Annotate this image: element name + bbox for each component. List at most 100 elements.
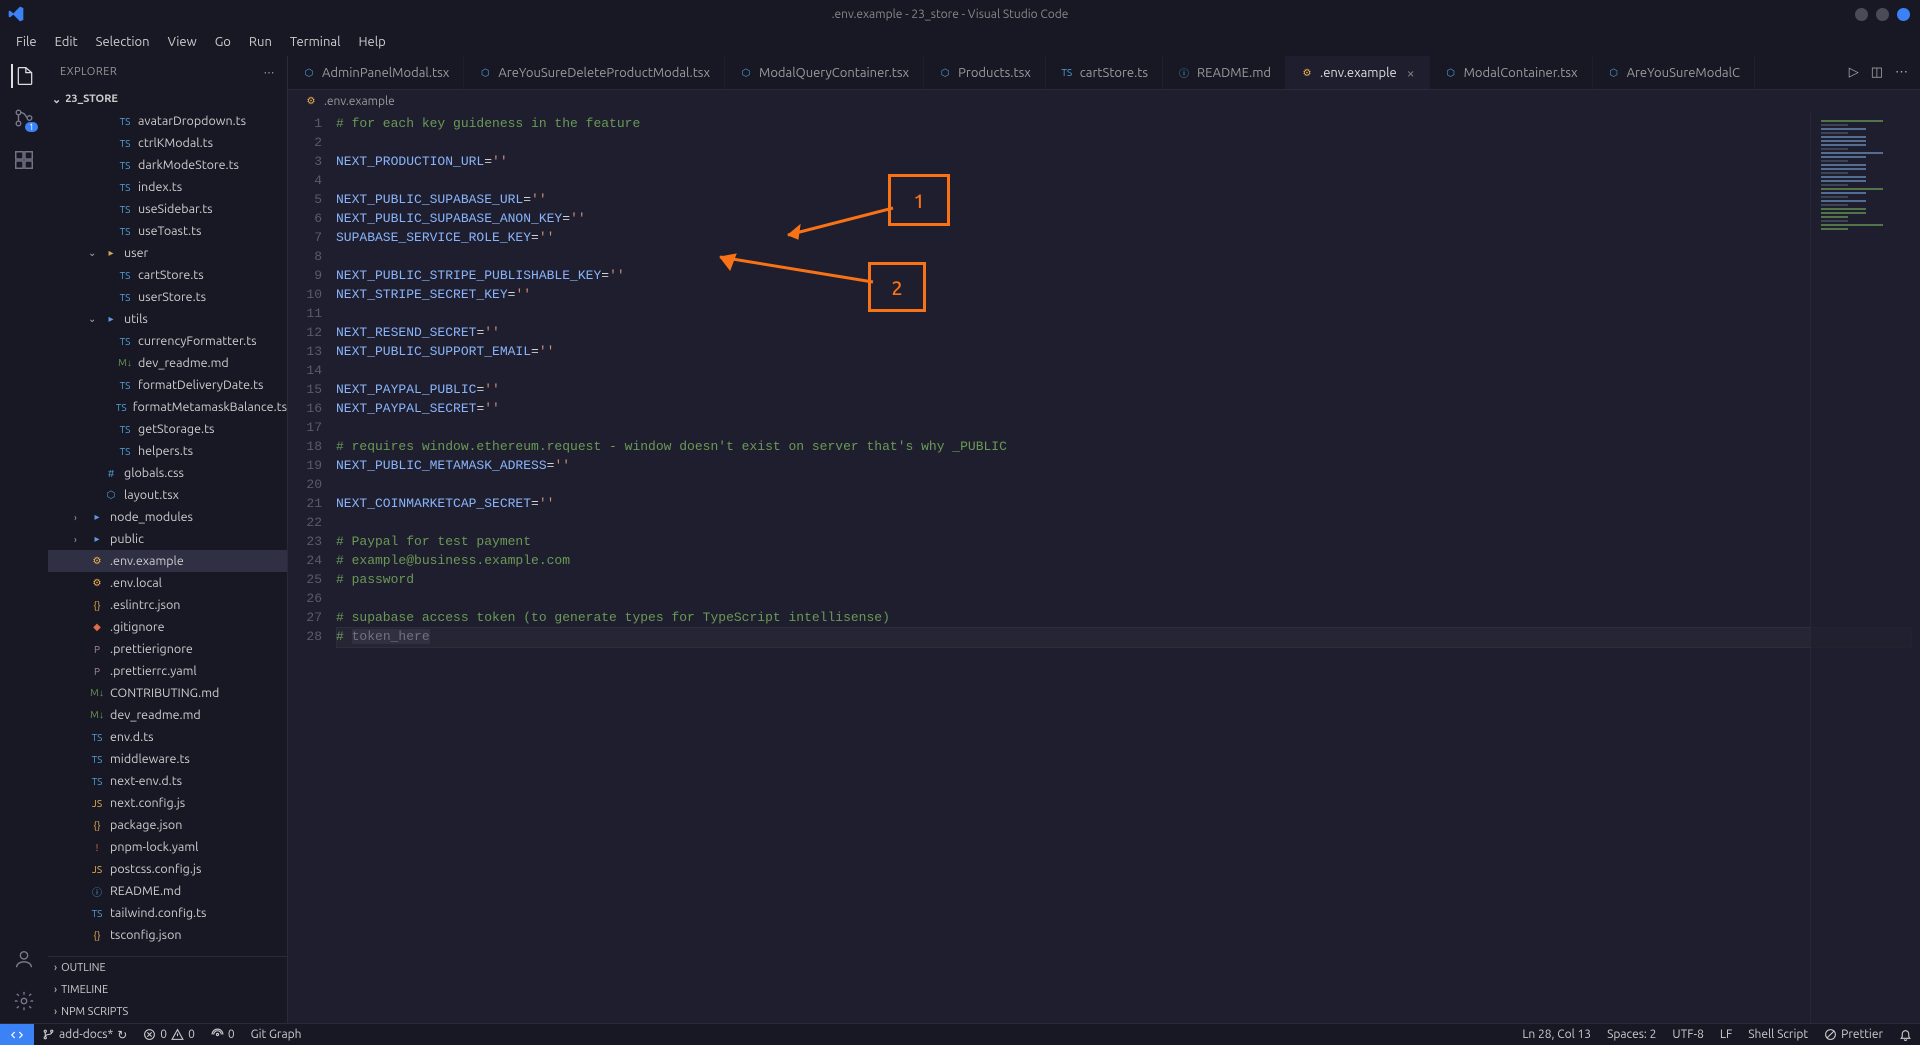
run-icon[interactable]: ▷ <box>1849 65 1859 80</box>
tree-label: .prettierignore <box>110 642 193 656</box>
file-item[interactable]: TSindex.ts <box>48 176 287 198</box>
scm-icon[interactable]: 1 <box>12 106 36 130</box>
menu-help[interactable]: Help <box>350 31 393 53</box>
code-line: NEXT_PUBLIC_SUPABASE_ANON_KEY='' <box>336 209 1920 228</box>
file-item[interactable]: {}tsconfig.json <box>48 924 287 946</box>
file-item[interactable]: TSdarkModeStore.ts <box>48 154 287 176</box>
tree-label: next.config.js <box>110 796 185 810</box>
file-item[interactable]: M↓dev_readme.md <box>48 352 287 374</box>
file-tree[interactable]: TSavatarDropdown.tsTSctrlKModal.tsTSdark… <box>48 110 287 956</box>
file-item[interactable]: {}package.json <box>48 814 287 836</box>
window-minimize[interactable] <box>1855 8 1868 21</box>
problems[interactable]: 0 0 <box>135 1028 203 1041</box>
file-item[interactable]: TStailwind.config.ts <box>48 902 287 924</box>
git-graph[interactable]: Git Graph <box>243 1028 310 1041</box>
explorer-icon[interactable] <box>11 64 35 88</box>
language-mode[interactable]: Shell Script <box>1740 1028 1816 1041</box>
encoding[interactable]: UTF-8 <box>1664 1028 1711 1041</box>
file-item[interactable]: !pnpm-lock.yaml <box>48 836 287 858</box>
breadcrumb[interactable]: ⚙ .env.example <box>288 90 1920 112</box>
menu-view[interactable]: View <box>160 31 205 53</box>
tab-label: Products.tsx <box>958 66 1031 80</box>
editor-tab[interactable]: ⬡Products.tsx <box>924 56 1046 89</box>
npm-scripts-section[interactable]: ›NPM SCRIPTS <box>48 1001 287 1023</box>
tree-label: dev_readme.md <box>110 708 201 722</box>
folder-item[interactable]: ⌄▸utils <box>48 308 287 330</box>
ports[interactable]: 0 <box>203 1028 243 1041</box>
file-item[interactable]: TSnext-env.d.ts <box>48 770 287 792</box>
file-item[interactable]: TSgetStorage.ts <box>48 418 287 440</box>
file-item[interactable]: TSformatMetamaskBalance.ts <box>48 396 287 418</box>
account-icon[interactable] <box>12 947 36 971</box>
indentation[interactable]: Spaces: 2 <box>1599 1028 1664 1041</box>
tab-label: ModalQueryContainer.tsx <box>759 66 909 80</box>
tab-more-icon[interactable]: ⋯ <box>1895 65 1908 80</box>
file-item[interactable]: TShelpers.ts <box>48 440 287 462</box>
notifications-icon[interactable] <box>1891 1028 1920 1041</box>
file-item[interactable]: TScurrencyFormatter.ts <box>48 330 287 352</box>
eol[interactable]: LF <box>1712 1028 1740 1041</box>
file-item[interactable]: ⚙.env.local <box>48 572 287 594</box>
file-item[interactable]: {}.eslintrc.json <box>48 594 287 616</box>
file-item[interactable]: ◆.gitignore <box>48 616 287 638</box>
folder-item[interactable]: ⌄▸user <box>48 242 287 264</box>
file-item[interactable]: TSuserStore.ts <box>48 286 287 308</box>
folder-item[interactable]: ›▸node_modules <box>48 506 287 528</box>
file-item[interactable]: TSuseSidebar.ts <box>48 198 287 220</box>
file-item[interactable]: TScartStore.ts <box>48 264 287 286</box>
git-branch[interactable]: add-docs* ↻ <box>34 1028 135 1042</box>
file-item[interactable]: ⚙.env.example <box>48 550 287 572</box>
editor-tab[interactable]: ⬡AdminPanelModal.tsx <box>288 56 464 89</box>
window-maximize[interactable] <box>1876 8 1889 21</box>
prettier-status[interactable]: Prettier <box>1816 1028 1891 1041</box>
code-content[interactable]: # for each key guideness in the feature … <box>336 112 1920 1023</box>
file-item[interactable]: M↓dev_readme.md <box>48 704 287 726</box>
folder-item[interactable]: ›▸public <box>48 528 287 550</box>
editor-tab[interactable]: ⬡ModalContainer.tsx <box>1430 56 1593 89</box>
file-item[interactable]: ⓘREADME.md <box>48 880 287 902</box>
menu-edit[interactable]: Edit <box>47 31 86 53</box>
explorer-title: EXPLORER <box>60 66 117 78</box>
file-item[interactable]: TSmiddleware.ts <box>48 748 287 770</box>
file-item[interactable]: JSpostcss.config.js <box>48 858 287 880</box>
editor-tab[interactable]: TScartStore.ts <box>1046 56 1163 89</box>
file-item[interactable]: M↓CONTRIBUTING.md <box>48 682 287 704</box>
menu-terminal[interactable]: Terminal <box>282 31 349 53</box>
code-line <box>336 247 1920 266</box>
menu-file[interactable]: File <box>8 31 45 53</box>
file-item[interactable]: P.prettierignore <box>48 638 287 660</box>
editor-tab[interactable]: ⓘREADME.md <box>1163 56 1286 89</box>
split-editor-icon[interactable]: ◫ <box>1871 65 1883 80</box>
extensions-icon[interactable] <box>12 148 36 172</box>
file-item[interactable]: TSuseToast.ts <box>48 220 287 242</box>
file-item[interactable]: P.prettierrc.yaml <box>48 660 287 682</box>
menu-run[interactable]: Run <box>241 31 280 53</box>
menu-go[interactable]: Go <box>207 31 239 53</box>
editor-tab[interactable]: ⬡AreYouSureModalC <box>1593 56 1755 89</box>
explorer-more-icon[interactable]: ⋯ <box>264 66 276 79</box>
file-item[interactable]: #globals.css <box>48 462 287 484</box>
file-item[interactable]: TSenv.d.ts <box>48 726 287 748</box>
editor-tab[interactable]: ⬡ModalQueryContainer.tsx <box>725 56 924 89</box>
timeline-section[interactable]: ›TIMELINE <box>48 979 287 1001</box>
file-item[interactable]: TSctrlKModal.ts <box>48 132 287 154</box>
editor-tab[interactable]: ⬡AreYouSureDeleteProductModal.tsx <box>464 56 725 89</box>
workspace-root[interactable]: ⌄ 23_STORE <box>48 88 287 110</box>
outline-section[interactable]: ›OUTLINE <box>48 957 287 979</box>
file-item[interactable]: TSavatarDropdown.ts <box>48 110 287 132</box>
minimap[interactable] <box>1810 112 1920 1023</box>
file-item[interactable]: TSformatDeliveryDate.ts <box>48 374 287 396</box>
tree-label: node_modules <box>110 510 193 524</box>
tab-close-icon[interactable]: × <box>1407 65 1415 81</box>
file-item[interactable]: JSnext.config.js <box>48 792 287 814</box>
editor-tab[interactable]: ⚙.env.example× <box>1286 56 1430 89</box>
annotation-arrow-1 <box>778 205 898 245</box>
window-close[interactable] <box>1897 8 1910 21</box>
settings-gear-icon[interactable] <box>12 989 36 1013</box>
tree-label: user <box>124 246 148 260</box>
file-item[interactable]: ⬡layout.tsx <box>48 484 287 506</box>
menu-selection[interactable]: Selection <box>88 31 158 53</box>
editor-body[interactable]: 1234567891011121314151617181920212223242… <box>288 112 1920 1023</box>
remote-indicator[interactable] <box>0 1024 34 1045</box>
cursor-position[interactable]: Ln 28, Col 13 <box>1514 1028 1599 1041</box>
